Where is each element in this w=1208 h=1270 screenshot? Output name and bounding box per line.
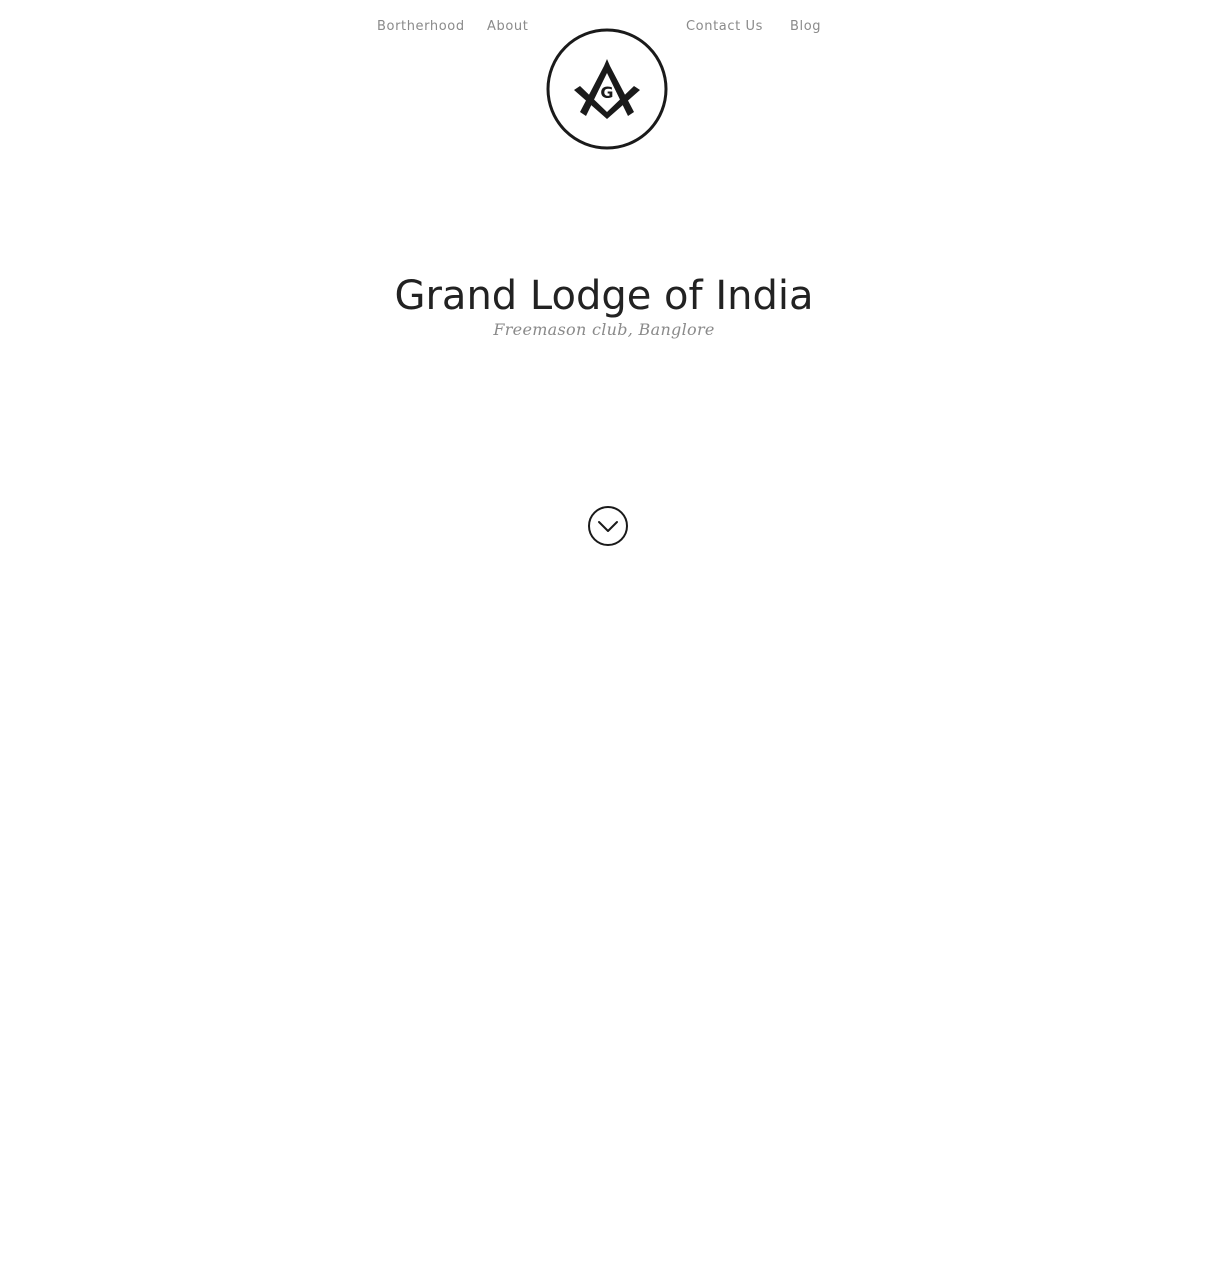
chevron-down-circle-icon bbox=[588, 506, 628, 546]
nav-link-about[interactable]: About bbox=[487, 18, 528, 36]
nav-link-brotherhood[interactable]: Bortherhood bbox=[377, 18, 465, 36]
logo-letter: G bbox=[600, 83, 613, 102]
scroll-down-button[interactable] bbox=[587, 505, 629, 547]
square-and-compasses-icon: G bbox=[546, 28, 668, 150]
page-title: Grand Lodge of India bbox=[394, 273, 814, 319]
page-subtitle: Freemason club, Banglore bbox=[493, 320, 715, 339]
nav-link-blog[interactable]: Blog bbox=[790, 18, 821, 36]
site-logo[interactable]: G bbox=[546, 28, 668, 150]
nav-link-contact-us[interactable]: Contact Us bbox=[686, 18, 763, 36]
